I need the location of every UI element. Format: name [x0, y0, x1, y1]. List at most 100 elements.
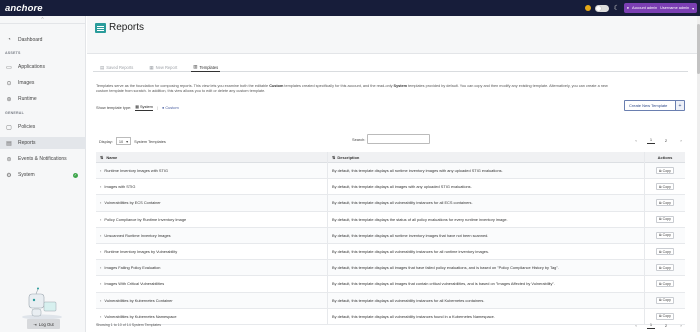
copy-button[interactable]: ⧉ Copy	[656, 296, 674, 304]
name-column-header[interactable]: ⇅ Name	[96, 151, 328, 163]
brand-logo[interactable]: anchore	[0, 3, 86, 14]
sidebar-item-policies[interactable]: ▢ Policies	[0, 121, 86, 133]
lock-icon: ▪	[100, 265, 102, 271]
tab-label: Templates	[199, 64, 219, 70]
copy-label: Copy	[662, 314, 671, 319]
template-description-cell: By default, this template displays all v…	[328, 243, 645, 260]
template-name[interactable]: Policy Compliance by Runtime Inventory I…	[104, 217, 186, 222]
template-name[interactable]: Runtime Inventory Images by Vulnerabilit…	[104, 249, 177, 254]
template-description-cell: By default, this template displays the s…	[328, 211, 645, 227]
page-2-button[interactable]: 2	[662, 321, 670, 329]
display-suffix: System Templates	[134, 138, 166, 144]
type-custom-option[interactable]: ● Custom	[162, 105, 179, 111]
saved-icon: ▤	[100, 64, 105, 70]
sun-icon	[585, 5, 592, 11]
template-description: By default, this template displays all v…	[332, 313, 495, 319]
tab-saved-reports[interactable]: ▤ Saved Reports	[98, 63, 135, 72]
type-system-option[interactable]: ▦ System	[135, 104, 153, 111]
account-label: Account admin	[632, 6, 658, 10]
copy-button[interactable]: ⧉ Copy	[656, 215, 674, 223]
lock-icon: ▪	[100, 249, 102, 255]
events-icon: ⊜	[6, 156, 12, 163]
next-page-button[interactable]: ›	[677, 136, 685, 144]
apps-icon: ▭	[6, 64, 12, 71]
copy-button[interactable]: ⧉ Copy	[656, 199, 674, 207]
template-name[interactable]: Unscanned Runtime Inventory Images	[104, 233, 170, 238]
user-icon: ●	[626, 6, 630, 10]
sidebar-item-dashboard[interactable]: ◔ Dashboard	[0, 34, 86, 46]
table-row[interactable]: ▪ Unscanned Runtime Inventory Images By de…	[96, 227, 685, 244]
sidebar-item-applications[interactable]: ▭ Applications	[0, 61, 86, 73]
copy-button[interactable]: ⧉ Copy	[656, 183, 674, 191]
copy-button[interactable]: ⧉ Copy	[656, 167, 674, 175]
copy-button[interactable]: ⧉ Copy	[656, 280, 674, 288]
pagination-bottom: ‹ 1 2 ›	[632, 321, 685, 329]
table-row[interactable]: ▪ Policy Compliance by Runtime Inventory …	[96, 211, 685, 228]
display-label: Display:	[99, 138, 113, 144]
copy-button[interactable]: ⧉ Copy	[656, 231, 674, 239]
prev-page-button[interactable]: ‹	[632, 321, 640, 329]
page-1-button[interactable]: 1	[647, 321, 655, 329]
template-name-cell: ▪ Unscanned Runtime Inventory Images	[96, 227, 328, 243]
copy-icon: ⧉	[659, 233, 662, 238]
create-template-button[interactable]: Create New Template +	[624, 100, 685, 111]
policies-icon: ▢	[6, 124, 12, 131]
sidebar-item-images[interactable]: ⊙ Images	[0, 77, 86, 89]
table-row[interactable]: ▪ Vulnerabilities by ECS Container By defa…	[96, 195, 685, 212]
table-row[interactable]: ▪ Vulnerabilities by Kubernetes Container…	[96, 292, 685, 309]
template-name[interactable]: Runtime Inventory Images with STIG	[104, 168, 168, 173]
header-label: Description	[337, 154, 360, 160]
sidebar-item-runtime[interactable]: ⊛ Runtime	[0, 93, 86, 105]
copy-icon: ⧉	[659, 200, 662, 205]
table-row[interactable]: ▪ Vulnerabilities by Kubernetes Namespace…	[96, 308, 685, 325]
next-page-button[interactable]: ›	[677, 321, 685, 329]
table-row[interactable]: ▪ Images with STIG By default, this templa…	[96, 179, 685, 196]
table-row[interactable]: ▪ Runtime Inventory Images by Vulnerabili…	[96, 243, 685, 261]
top-bar: anchore ☾ ● Account admin Username admin…	[0, 0, 700, 16]
templates-description: Templates serve as the foundation for co…	[96, 84, 616, 94]
copy-button[interactable]: ⧉ Copy	[656, 248, 674, 256]
table-row[interactable]: ▪ Images With Critical Vulnerabilities By …	[96, 276, 685, 293]
copy-label: Copy	[662, 281, 671, 286]
copy-button[interactable]: ⧉ Copy	[656, 264, 674, 272]
template-name[interactable]: Vulnerabilities by Kubernetes Container	[104, 298, 172, 303]
page-1-button[interactable]: 1	[647, 136, 655, 144]
page-size-select[interactable]: 10 ▾	[115, 137, 132, 145]
copy-label: Copy	[662, 249, 671, 254]
table-body: ▪ Runtime Inventory Images with STIG By de…	[96, 163, 685, 325]
tab-templates[interactable]: ▥ Templates	[191, 63, 221, 72]
sidebar-item-label: Policies	[18, 124, 36, 130]
templates-table: ⇅ Name ⇅ Description Actions ▪ Runtime Inve…	[96, 151, 685, 325]
theme-toggle[interactable]	[595, 4, 610, 12]
description-column-header[interactable]: ⇅ Description	[328, 151, 645, 163]
copy-button[interactable]: ⧉ Copy	[656, 312, 674, 320]
sidebar-collapse-button[interactable]: ⌃	[0, 16, 85, 24]
table-row[interactable]: ▪ Images Failing Policy Evaluation By defa…	[96, 260, 685, 277]
sidebar-item-events[interactable]: ⊜ Events & Notifications	[0, 153, 86, 165]
sidebar-item-system[interactable]: ⚙ System ✓	[0, 169, 86, 181]
actions-cell: ⧉ Copy	[645, 276, 685, 291]
prev-page-button[interactable]: ‹	[632, 136, 640, 144]
page-2-button[interactable]: 2	[662, 136, 670, 144]
copy-icon: ⧉	[659, 217, 662, 222]
template-name-cell: ▪ Vulnerabilities by Kubernetes Namespace	[96, 308, 328, 324]
table-footer: Showing 1 to 10 of 14 System Templates	[96, 323, 162, 327]
template-name[interactable]: Vulnerabilities by ECS Container	[104, 200, 160, 205]
sidebar-item-reports[interactable]: ▤ Reports	[0, 137, 86, 149]
actions-cell: ⧉ Copy	[645, 163, 685, 178]
robot-illustration	[22, 287, 62, 320]
account-menu[interactable]: ● Account admin Username admin ▾	[623, 3, 697, 13]
template-description: By default, this template displays all i…	[332, 281, 555, 287]
runtime-icon: ⊛	[6, 96, 12, 103]
logout-button[interactable]: ⇥ Log Out	[27, 319, 60, 329]
table-row[interactable]: ▪ Runtime Inventory Images with STIG By de…	[96, 163, 685, 180]
template-name[interactable]: Images Failing Policy Evaluation	[104, 265, 160, 270]
tab-new-report[interactable]: ▦ New Report	[147, 63, 179, 72]
template-name[interactable]: Images with STIG	[104, 184, 135, 189]
description-text: templates created specifically for this …	[283, 84, 394, 88]
template-name[interactable]: Vulnerabilities by Kubernetes Namespace	[104, 314, 176, 319]
page-header: Reports	[87, 16, 700, 54]
chevron-down-icon: ▾	[692, 6, 694, 11]
template-name[interactable]: Images With Critical Vulnerabilities	[104, 281, 164, 286]
search-input[interactable]	[367, 134, 430, 144]
